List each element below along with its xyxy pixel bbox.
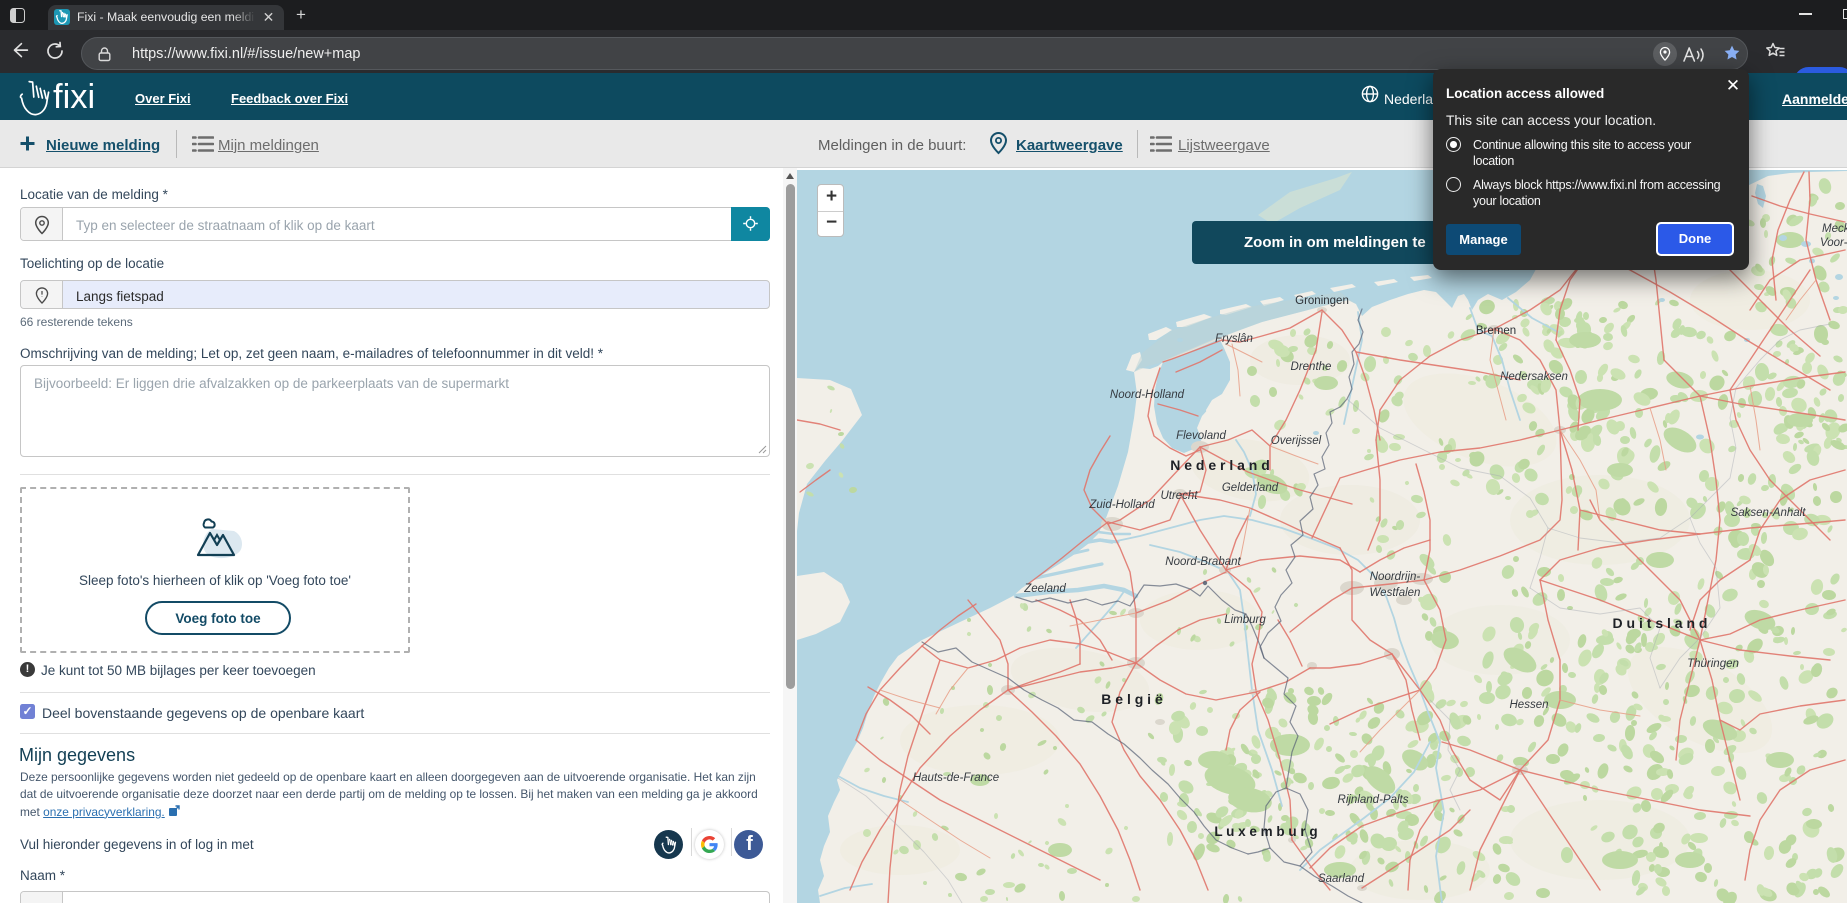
svg-text:Westfalen: Westfalen xyxy=(1370,587,1421,599)
svg-text:D u i t s l a n d: D u i t s l a n d xyxy=(1613,615,1708,631)
svg-text:Noordrijn-: Noordrijn- xyxy=(1370,571,1421,583)
svg-text:Drenthe: Drenthe xyxy=(1291,361,1332,373)
svg-text:Utrecht: Utrecht xyxy=(1160,490,1198,502)
svg-text:Noord-Brabant: Noord-Brabant xyxy=(1165,556,1241,568)
svg-text:Gelderland: Gelderland xyxy=(1222,482,1279,494)
svg-text:Saarland: Saarland xyxy=(1318,873,1365,885)
svg-text:Overijssel: Overijssel xyxy=(1271,435,1322,447)
svg-text:Groningen: Groningen xyxy=(1295,295,1349,307)
svg-text:Saksen-Anhalt: Saksen-Anhalt xyxy=(1731,507,1807,519)
svg-text:Limburg: Limburg xyxy=(1224,614,1266,626)
svg-text:L u x e m b u r g: L u x e m b u r g xyxy=(1214,824,1317,839)
svg-text:Fryslân: Fryslân xyxy=(1215,333,1253,345)
svg-text:Nedersaksen: Nedersaksen xyxy=(1500,371,1568,383)
svg-text:N e d e r l a n d: N e d e r l a n d xyxy=(1170,457,1270,473)
svg-text:Voor-Pommeren: Voor-Pommeren xyxy=(1820,237,1847,249)
svg-text:Hauts-de-France: Hauts-de-France xyxy=(913,772,999,784)
svg-text:Hessen: Hessen xyxy=(1510,699,1549,711)
svg-text:Rijnland-Palts: Rijnland-Palts xyxy=(1338,794,1409,806)
svg-text:Flevoland: Flevoland xyxy=(1176,430,1226,442)
svg-text:B e l g i ë: B e l g i ë xyxy=(1101,691,1163,707)
svg-text:Thüringen: Thüringen xyxy=(1687,658,1739,670)
svg-text:Noord-Holland: Noord-Holland xyxy=(1110,389,1185,401)
svg-text:Mecklenburg-: Mecklenburg- xyxy=(1822,223,1847,235)
svg-text:Zeeland: Zeeland xyxy=(1023,583,1066,595)
svg-text:Bremen: Bremen xyxy=(1476,325,1516,337)
svg-text:Zuid-Holland: Zuid-Holland xyxy=(1088,499,1155,511)
